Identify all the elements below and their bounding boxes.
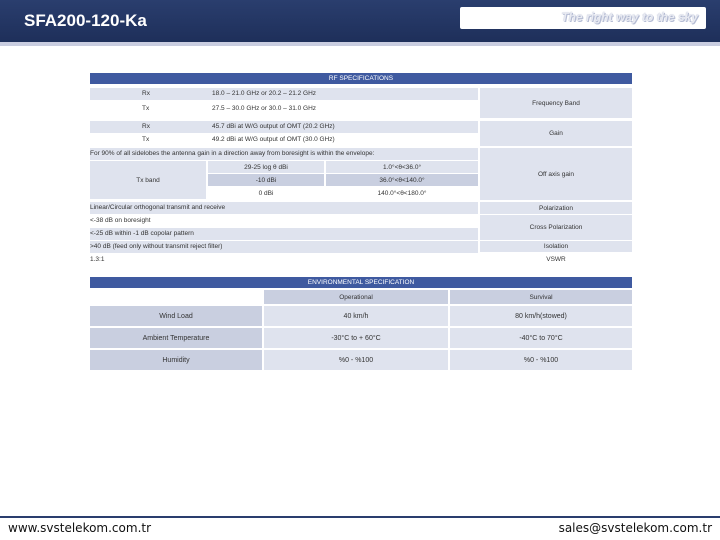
gain-tx-label: Tx — [142, 136, 150, 143]
gain-tx-value: 49.2 dBi at W/G output of OMT (30.0 GHz) — [212, 136, 335, 143]
xpol-value-1: <-38 dB on boresight — [90, 217, 151, 224]
envelope-note: For 90% of all sidelobes the antenna gai… — [90, 150, 375, 157]
env-row-operational: %0 - %100 — [264, 350, 448, 370]
isolation-row: >40 dB (feed only without transmit rejec… — [90, 241, 478, 253]
gain-label: Gain — [480, 121, 632, 146]
col-survival: Survival — [450, 290, 632, 304]
rx-freq-row: Rx 18.0 – 21.0 GHz or 20.2 – 21.2 GHz — [90, 88, 478, 100]
xpol-row-1: <-38 dB on boresight — [90, 215, 478, 227]
slogan-box: The right way to the sky — [460, 7, 706, 29]
polarization-label: Polarization — [480, 202, 632, 214]
env3-gain: 0 dBi — [258, 189, 274, 197]
envelope-note-row: For 90% of all sidelobes the antenna gai… — [90, 148, 478, 160]
gain-rx-label: Rx — [142, 123, 150, 130]
rx-freq-value: 18.0 – 21.0 GHz or 20.2 – 21.2 GHz — [212, 90, 317, 97]
tx-gain-row: Tx 49.2 dBi at W/G output of OMT (30.0 G… — [90, 134, 478, 146]
env2-gain: -10 dBi — [208, 174, 324, 186]
cross-polarization-label: Cross Polarization — [480, 215, 632, 240]
env-row-survival: 80 km/h(stowed) — [450, 306, 632, 326]
slogan: The right way to the sky — [561, 10, 698, 24]
gain-rx-value: 45.7 dBi at W/G output of OMT (20.2 GHz) — [212, 123, 335, 130]
polarization-row: Linear/Circular orthogonal transmit and … — [90, 202, 478, 214]
xpol-value-2: <-25 dB within -1 dB copolar pattern — [90, 230, 194, 237]
env-row-label: Ambient Temperature — [90, 328, 262, 348]
env-row-survival: -40°C to 70°C — [450, 328, 632, 348]
env3-angle: 140.0°<θ<180.0° — [377, 189, 427, 197]
env-row-operational: 40 km/h — [264, 306, 448, 326]
footer-email[interactable]: sales@svstelekom.com.tr — [559, 521, 712, 535]
env-row-label: Humidity — [90, 350, 262, 370]
xpol-row-2: <-25 dB within -1 dB copolar pattern — [90, 228, 478, 240]
env-row-survival: %0 - %100 — [450, 350, 632, 370]
vswr-value: 1.3:1 — [90, 256, 105, 263]
env2-angle: 36.0°<θ<140.0° — [326, 174, 478, 186]
vswr-row: 1.3:1 — [90, 254, 478, 266]
col-operational: Operational — [264, 290, 448, 304]
footer-divider — [0, 516, 720, 518]
tx-band-label: Tx band — [90, 161, 206, 199]
polarization-value: Linear/Circular orthogonal transmit and … — [90, 204, 226, 211]
off-axis-gain-label: Off axis gain — [480, 148, 632, 200]
tx-freq-value: 27.5 – 30.0 GHz or 30.0 – 31.0 GHz — [212, 105, 317, 112]
tx-label: Tx — [142, 105, 150, 112]
env1-gain: 29-25 log θ dBi — [208, 161, 324, 173]
vswr-label: VSWR — [480, 254, 632, 265]
footer-website[interactable]: www.svstelekom.com.tr — [8, 521, 151, 535]
rf-section-title: RF SPECIFICATIONS — [90, 73, 632, 84]
isolation-label: Isolation — [480, 241, 632, 252]
tx-freq-row: Tx 27.5 – 30.0 GHz or 30.0 – 31.0 GHz — [90, 103, 478, 115]
page-title: SFA200-120-Ka — [24, 11, 147, 30]
rx-label: Rx — [142, 90, 150, 97]
env-row-label: Wind Load — [90, 306, 262, 326]
rx-gain-row: Rx 45.7 dBi at W/G output of OMT (20.2 G… — [90, 121, 478, 133]
header-stripe — [0, 42, 720, 46]
isolation-value: >40 dB (feed only without transmit rejec… — [90, 243, 223, 250]
frequency-band-label: Frequency Band — [480, 88, 632, 118]
env-row-operational: -30°C to + 60°C — [264, 328, 448, 348]
env-section-title: ENVIRONMENTAL SPECIFICATION — [90, 277, 632, 288]
env1-angle: 1.0°<θ<36.0° — [326, 161, 478, 173]
